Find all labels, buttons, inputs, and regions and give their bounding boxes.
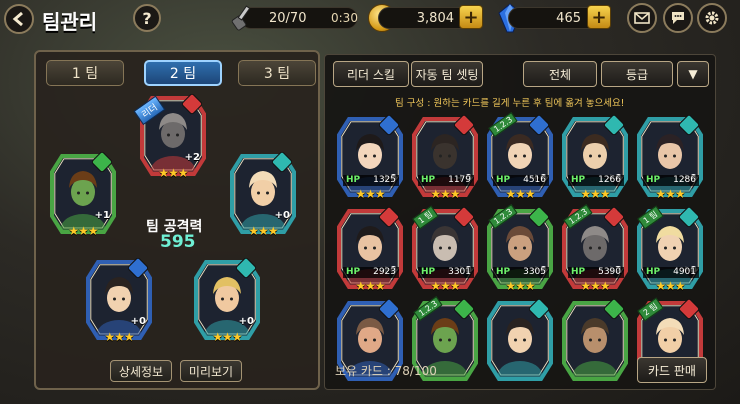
hp-value: 1325 (373, 175, 396, 185)
help-button[interactable]: ? (133, 4, 161, 32)
tab-team-2[interactable]: 2 팀 (144, 60, 222, 86)
stamina-value: 20/70 (269, 10, 307, 26)
hp-label: HP (346, 267, 361, 277)
team-slot-4[interactable]: +0 ★★★ (86, 256, 152, 348)
card-item[interactable]: +0HP3301★★★1 팀 (412, 205, 478, 297)
card-hp: HP 2923 (343, 267, 399, 278)
detail-info-button[interactable]: 상세정보 (110, 360, 172, 382)
shovel-icon (231, 5, 251, 31)
team-slot-5[interactable]: +0 ★★★ (194, 256, 260, 348)
card-hp: HP 1179 (418, 175, 474, 186)
stamina-timer: 0:30 (331, 11, 358, 25)
team-panel: 1 팀 2 팀 3 팀 +2 ★★★ 리더 +1 ★★★ +0 ★★★ +0 ★… (34, 50, 320, 390)
card-item[interactable]: +0HP1325★★★ (337, 113, 403, 205)
chat-icon[interactable] (663, 3, 693, 33)
card-stars: ★★★ (655, 187, 685, 201)
gold-value: 3,804 (416, 10, 454, 26)
sell-card-button[interactable]: 카드 판매 (637, 357, 707, 383)
hp-label: HP (571, 175, 586, 185)
card-stars: ★★★ (158, 166, 188, 180)
owned-card-count: 보유 카드 : 78/100 (335, 364, 437, 378)
card-hp: HP 5390 (568, 267, 624, 278)
hp-value: 3301 (448, 267, 471, 277)
sort-grade-button[interactable]: 등급 (601, 61, 673, 87)
tab-team-3[interactable]: 3 팀 (238, 60, 316, 86)
filter-all-button[interactable]: 전체 (523, 61, 597, 87)
card-level: +0 (274, 210, 290, 221)
card-hp: HP 4901 (643, 267, 699, 278)
card-hp: HP 3305 (493, 267, 549, 278)
card-stars: ★★★ (355, 279, 385, 293)
team-power-value: 595 (160, 232, 196, 252)
top-bar: 팀관리 ? 20/70 0:30 3,804 + 465 + (0, 0, 740, 40)
card-hp: HP 4516 (493, 175, 549, 186)
team-slot-3[interactable]: +0 ★★★ (230, 150, 296, 242)
add-gem-button[interactable]: + (587, 5, 611, 29)
hp-label: HP (646, 267, 661, 277)
hp-value: 4516 (523, 175, 546, 185)
hp-value: 3305 (523, 267, 546, 277)
card-hp: HP 1325 (343, 175, 399, 186)
card-item[interactable]: +0HP1266★★★ (562, 113, 628, 205)
card-list-panel: 리더 스킬 자동 팀 셋팅 전체 등급 ▼ 팀 구성 : 원하는 카드를 길게 … (324, 54, 716, 390)
leader-skill-button[interactable]: 리더 스킬 (333, 61, 409, 87)
card-level: +1 (94, 210, 110, 221)
instruction-text: 팀 구성 : 원하는 카드를 길게 누른 후 팀에 옮겨 놓으세요! (395, 98, 625, 109)
mail-icon[interactable] (627, 3, 657, 33)
card-item[interactable]: +0HP1286★★★ (637, 113, 703, 205)
hp-label: HP (496, 175, 511, 185)
card-stars: ★★★ (355, 187, 385, 201)
hp-value: 1266 (598, 175, 621, 185)
tab-team-1[interactable]: 1 팀 (46, 60, 124, 86)
hp-value: 5390 (598, 267, 621, 277)
hp-label: HP (421, 175, 436, 185)
card-item[interactable] (487, 297, 553, 389)
card-stars: ★★★ (580, 187, 610, 201)
sort-dropdown-button[interactable]: ▼ (677, 61, 709, 87)
hp-value: 4901 (673, 267, 696, 277)
team-slot-1[interactable]: +2 ★★★ 리더 (133, 92, 206, 184)
card-item[interactable]: +0HP4901★★★1 팀 (637, 205, 703, 297)
card-hp: HP 1266 (568, 175, 624, 186)
card-hp: HP 1286 (643, 175, 699, 186)
hp-label: HP (421, 267, 436, 277)
card-item[interactable]: +0HP3305★★★1.2.3 (487, 203, 553, 297)
gear-icon[interactable] (697, 3, 727, 33)
card-level: +0 (130, 316, 146, 327)
card-item[interactable] (562, 297, 628, 389)
card-stars: ★★★ (580, 279, 610, 293)
back-arrow-icon[interactable] (4, 4, 34, 34)
card-item[interactable]: +0HP1179★★★ (412, 113, 478, 205)
card-stars: ★★★ (104, 330, 134, 344)
team-slot-2[interactable]: +1 ★★★ (50, 150, 116, 242)
card-level: +0 (238, 316, 254, 327)
card-stars: ★★★ (248, 224, 278, 238)
card-stars: ★★★ (505, 279, 535, 293)
card-level: +2 (184, 152, 200, 163)
card-item[interactable]: +0HP4516★★★1.2.3 (487, 111, 553, 205)
auto-team-setting-button[interactable]: 자동 팀 셋팅 (411, 61, 483, 87)
hp-label: HP (571, 267, 586, 277)
hp-label: HP (646, 175, 661, 185)
hp-value: 1286 (673, 175, 696, 185)
card-stars: ★★★ (430, 279, 460, 293)
gem-value: 465 (556, 10, 581, 26)
card-stars: ★★★ (430, 187, 460, 201)
add-gold-button[interactable]: + (459, 5, 483, 29)
hp-label: HP (346, 175, 361, 185)
card-item[interactable]: +2HP5390★★★1.2.3 (562, 203, 628, 297)
hp-value: 2923 (373, 267, 396, 277)
card-stars: ★★★ (212, 330, 242, 344)
card-hp: HP 3301 (418, 267, 474, 278)
hp-label: HP (496, 267, 511, 277)
hp-value: 1179 (448, 175, 471, 185)
page-title: 팀관리 (42, 10, 98, 34)
team-tabs: 1 팀 2 팀 3 팀 (46, 60, 316, 88)
card-stars: ★★★ (68, 224, 98, 238)
card-stars: ★★★ (655, 279, 685, 293)
card-stars: ★★★ (505, 187, 535, 201)
preview-button[interactable]: 미리보기 (180, 360, 242, 382)
card-item[interactable]: +0HP2923★★★ (337, 205, 403, 297)
